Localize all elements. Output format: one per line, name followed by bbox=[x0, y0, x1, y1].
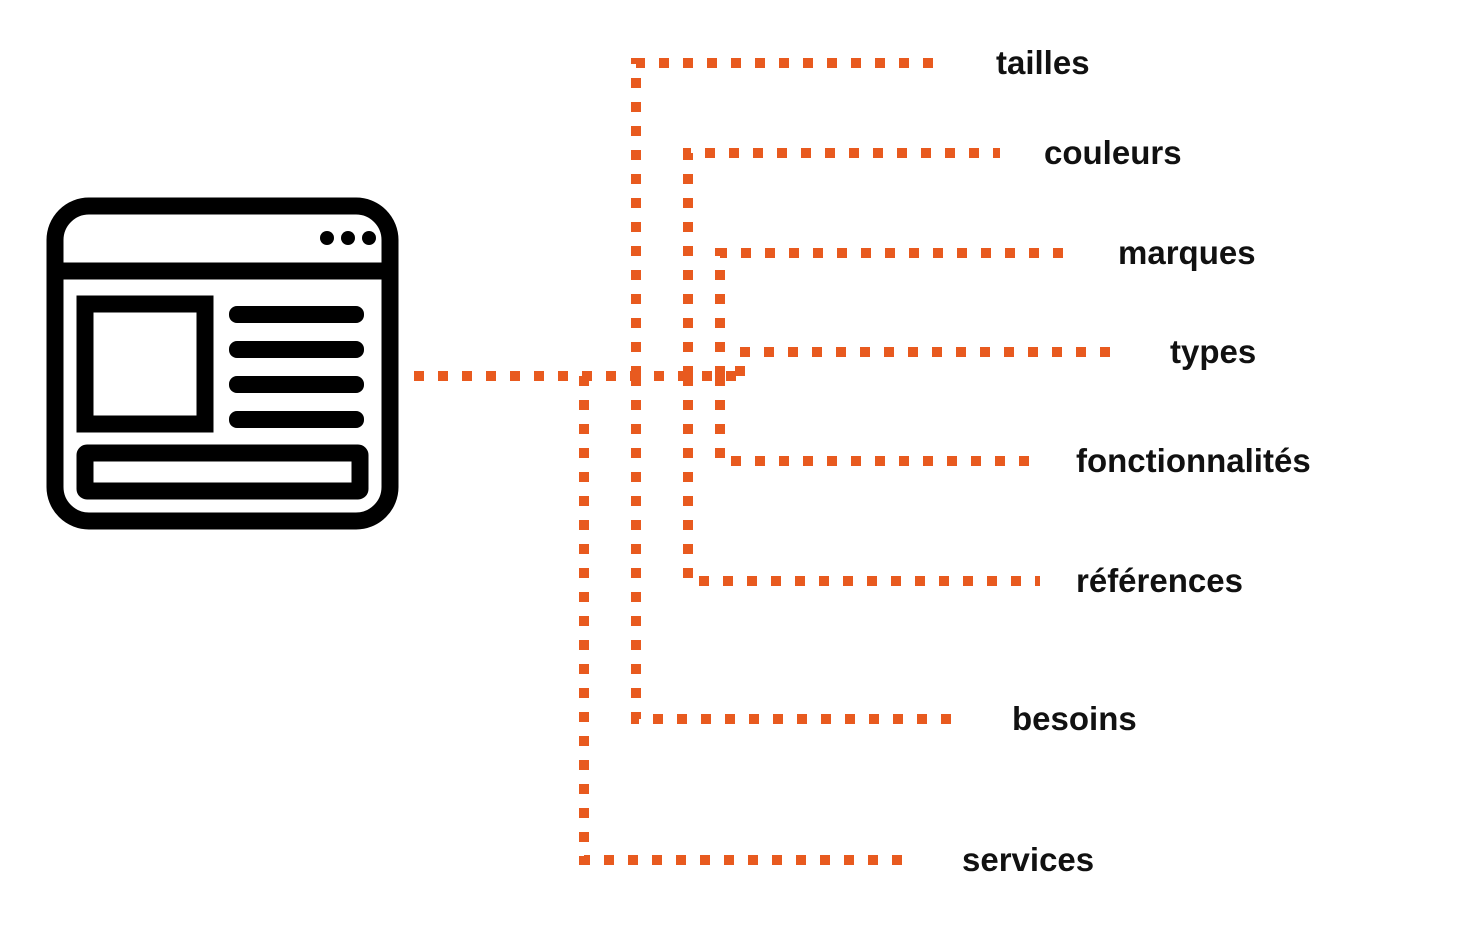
label-tailles: tailles bbox=[996, 44, 1090, 82]
label-besoins: besoins bbox=[1012, 700, 1137, 738]
diagram-root: tailles couleurs marques types fonctionn… bbox=[0, 0, 1462, 932]
label-marques: marques bbox=[1118, 234, 1256, 272]
label-couleurs: couleurs bbox=[1044, 134, 1182, 172]
label-references: références bbox=[1076, 562, 1243, 600]
label-services: services bbox=[962, 841, 1094, 879]
browser-wireframe-icon bbox=[45, 186, 400, 541]
label-types: types bbox=[1170, 333, 1256, 371]
label-fonctionnalites: fonctionnalités bbox=[1076, 442, 1311, 480]
